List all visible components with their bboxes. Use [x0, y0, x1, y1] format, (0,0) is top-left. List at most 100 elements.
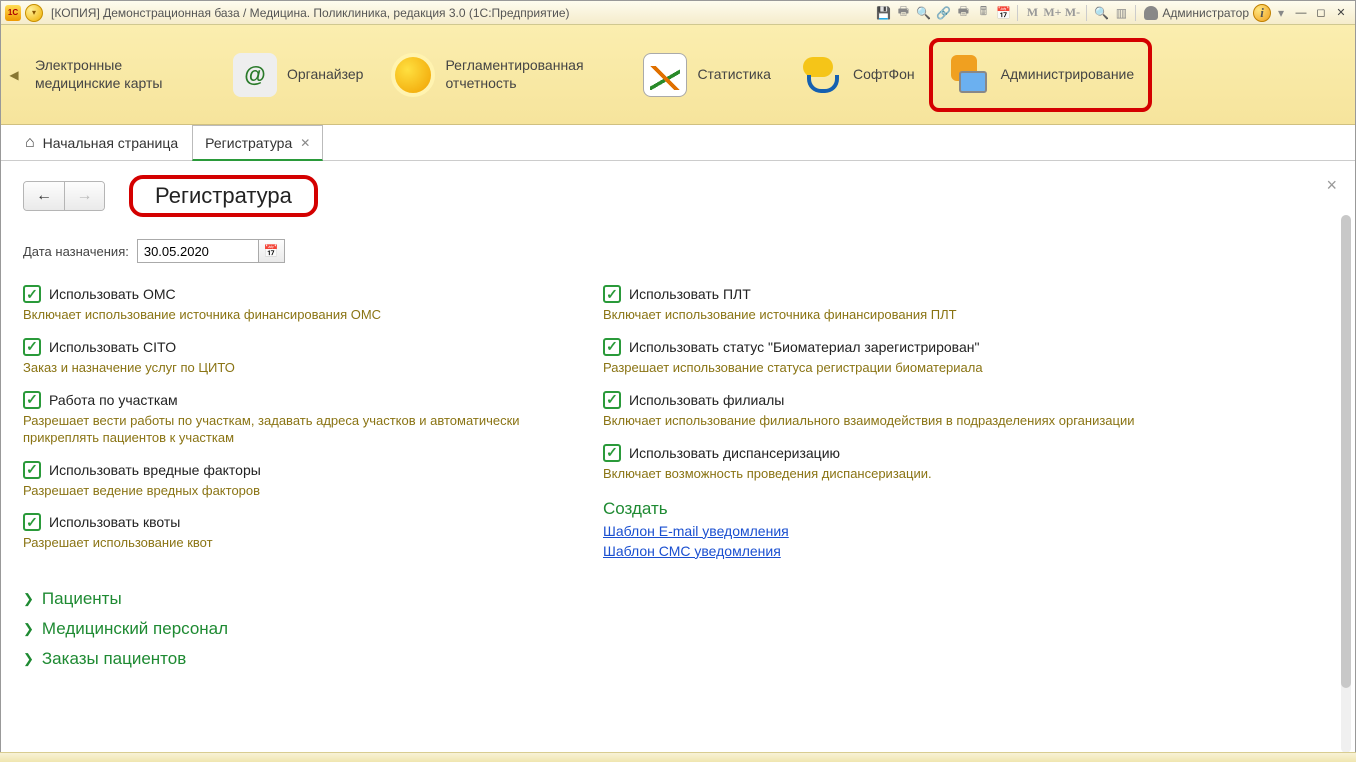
window-close-button[interactable]: ✕: [1331, 5, 1351, 21]
option-dispanser: ✓Использовать диспансеризацию Включает в…: [603, 444, 1143, 483]
tab-registry-label: Регистратура: [205, 135, 292, 151]
titlebar: 1C ▾ [КОПИЯ] Демонстрационная база / Мед…: [1, 1, 1355, 25]
expander-orders[interactable]: ❯ Заказы пациентов: [23, 649, 1333, 669]
calendar-icon[interactable]: 📅: [994, 4, 1012, 22]
checkbox-dispanser[interactable]: ✓: [603, 444, 621, 462]
nav-item-organizer[interactable]: Органайзер: [219, 38, 377, 112]
nav-label: Статистика: [697, 66, 771, 84]
checkbox-harmful-factors[interactable]: ✓: [23, 461, 41, 479]
toolbar-separator: [1086, 5, 1087, 21]
vertical-scrollbar[interactable]: [1341, 215, 1351, 753]
info-dropdown-icon[interactable]: ▾: [1272, 4, 1290, 22]
administration-icon: [947, 53, 991, 97]
info-icon[interactable]: i: [1253, 4, 1271, 22]
option-harmful-factors: ✓Использовать вредные факторы Разрешает …: [23, 461, 563, 500]
m-minus-button[interactable]: M-: [1063, 4, 1081, 22]
option-biomaterial: ✓ Использовать статус "Биоматериал зареги…: [603, 338, 1143, 377]
link-sms-template[interactable]: Шаблон СМС уведомления: [603, 543, 1143, 559]
softphone-icon: [799, 53, 843, 97]
tab-home[interactable]: ⌂ Начальная страница: [11, 125, 192, 160]
option-label: Использовать ОМС: [49, 286, 176, 302]
nav-item-reports[interactable]: Регламентированная отчетность: [377, 38, 629, 112]
chevron-right-icon: ❯: [23, 651, 34, 667]
section-navbar: ◀ Электронные медицинские карты Органайз…: [1, 25, 1355, 125]
nav-scroll-left-icon[interactable]: ◀: [7, 35, 21, 115]
preview-icon[interactable]: 🔍: [914, 4, 932, 22]
save-icon[interactable]: 💾: [874, 4, 892, 22]
statusbar: [0, 752, 1356, 762]
checkbox-districts[interactable]: ✓: [23, 391, 41, 409]
checkbox-plt[interactable]: ✓: [603, 285, 621, 303]
date-picker-icon[interactable]: 📅: [258, 240, 284, 262]
option-plt: ✓ Использовать ПЛТ Включает использование…: [603, 285, 1143, 324]
nav-item-administration[interactable]: Администрирование: [929, 38, 1153, 112]
option-label: Использовать статус "Биоматериал зарегис…: [629, 339, 979, 355]
chevron-right-icon: ❯: [23, 621, 34, 637]
nav-label: Регламентированная отчетность: [445, 57, 615, 92]
expander-label: Медицинский персонал: [42, 619, 228, 639]
option-desc: Разрешает вести работы по участкам, зада…: [23, 413, 563, 447]
expander-medstaff[interactable]: ❯ Медицинский персонал: [23, 619, 1333, 639]
statistics-icon: [643, 53, 687, 97]
forward-button[interactable]: →: [64, 182, 104, 210]
nav-item-softphone[interactable]: СофтФон: [785, 38, 929, 112]
option-label: Работа по участкам: [49, 392, 178, 408]
checkbox-cito[interactable]: ✓: [23, 338, 41, 356]
expander-label: Пациенты: [42, 589, 122, 609]
option-label: Использовать квоты: [49, 514, 180, 530]
page-title: Регистратура: [155, 183, 292, 208]
user-name-label: Администратор: [1162, 6, 1249, 20]
nav-label: Органайзер: [287, 66, 363, 84]
tab-home-label: Начальная страница: [43, 135, 178, 151]
nav-item-statistics[interactable]: Статистика: [629, 38, 785, 112]
option-oms: ✓ Использовать ОМС Включает использование…: [23, 285, 563, 324]
link-icon[interactable]: 🔗: [934, 4, 952, 22]
page-title-highlight: Регистратура: [129, 175, 318, 217]
option-desc: Включает возможность проведения диспансе…: [603, 466, 1143, 483]
option-desc: Включает использование источника финанси…: [23, 307, 563, 324]
panels-icon[interactable]: ▥: [1112, 4, 1130, 22]
option-quotas: ✓ Использовать квоты Разрешает использова…: [23, 513, 563, 552]
nav-label: СофтФон: [853, 66, 915, 84]
toolbar-separator: [1135, 5, 1136, 21]
option-desc: Разрешает использование статуса регистра…: [603, 360, 1143, 377]
option-cito: ✓Использовать CITO Заказ и назначение ус…: [23, 338, 563, 377]
option-desc: Включает использование источника финанси…: [603, 307, 1143, 324]
window-minimize-button[interactable]: —: [1291, 5, 1311, 21]
checkbox-biomaterial[interactable]: ✓: [603, 338, 621, 356]
tabs-row: ⌂ Начальная страница Регистратура ✕: [1, 125, 1355, 161]
option-desc: Разрешает использование квот: [23, 535, 563, 552]
window-title: [КОПИЯ] Демонстрационная база / Медицина…: [51, 6, 570, 20]
scrollbar-thumb[interactable]: [1341, 215, 1351, 688]
app-menu-dropdown[interactable]: ▾: [25, 4, 43, 22]
nav-item-emr[interactable]: Электронные медицинские карты: [21, 38, 219, 112]
expanders: ❯ Пациенты ❯ Медицинский персонал ❯ Зака…: [23, 589, 1333, 669]
m-button[interactable]: M: [1023, 4, 1041, 22]
current-user[interactable]: Администратор: [1144, 6, 1249, 20]
option-label: Использовать вредные факторы: [49, 462, 261, 478]
create-section: Создать Шаблон E-mail уведомления Шаблон…: [603, 497, 1143, 563]
print-icon[interactable]: 🖶: [894, 4, 912, 22]
print2-icon[interactable]: 🖶: [954, 4, 972, 22]
checkbox-branches[interactable]: ✓: [603, 391, 621, 409]
option-branches: ✓Использовать филиалы Включает использов…: [603, 391, 1143, 430]
expander-label: Заказы пациентов: [42, 649, 186, 669]
back-button[interactable]: ←: [24, 182, 64, 210]
history-nav: ← →: [23, 181, 105, 211]
window-maximize-button[interactable]: ◻: [1311, 5, 1331, 21]
link-email-template[interactable]: Шаблон E-mail уведомления: [603, 523, 1143, 539]
option-label: Использовать ПЛТ: [629, 286, 751, 302]
nav-label: Электронные медицинские карты: [35, 57, 205, 92]
tab-close-icon[interactable]: ✕: [300, 136, 310, 150]
zoom-icon[interactable]: 🔍: [1092, 4, 1110, 22]
option-desc: Заказ и назначение услуг по ЦИТО: [23, 360, 563, 377]
checkbox-quotas[interactable]: ✓: [23, 513, 41, 531]
tab-registry[interactable]: Регистратура ✕: [192, 125, 323, 161]
date-input[interactable]: [138, 240, 258, 262]
content-close-button[interactable]: ×: [1326, 175, 1337, 196]
toolbar-separator: [1017, 5, 1018, 21]
calculator-icon[interactable]: 🖩: [974, 4, 992, 22]
expander-patients[interactable]: ❯ Пациенты: [23, 589, 1333, 609]
m-plus-button[interactable]: M+: [1043, 4, 1061, 22]
checkbox-oms[interactable]: ✓: [23, 285, 41, 303]
